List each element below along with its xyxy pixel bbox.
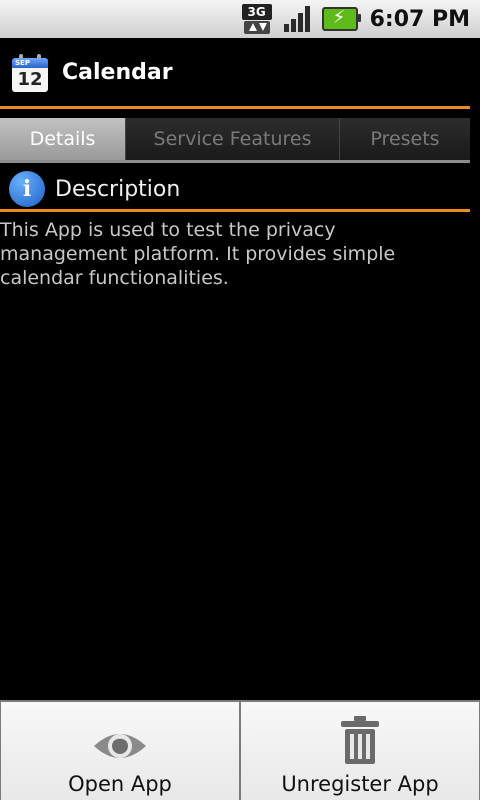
unregister-app-button[interactable]: Unregister App <box>241 702 479 800</box>
description-heading: Description <box>55 176 181 202</box>
bottom-action-bar: Open App Unregister App <box>0 700 480 800</box>
info-icon: i <box>9 171 45 207</box>
tab-service-features[interactable]: Service Features <box>126 118 340 160</box>
page-title: Calendar <box>62 59 173 85</box>
3g-data-icon: 3G <box>241 4 274 34</box>
open-app-button[interactable]: Open App <box>1 702 239 800</box>
open-app-label: Open App <box>68 772 172 796</box>
status-clock: 6:07 PM <box>369 6 470 32</box>
battery-charging-icon: ⚡ <box>321 7 361 31</box>
description-text: This App is used to test the privacy man… <box>0 219 396 289</box>
tab-presets[interactable]: Presets <box>340 118 470 160</box>
calendar-icon-month: SEP <box>15 59 30 67</box>
network-type-label: 3G <box>241 4 272 20</box>
tab-label: Presets <box>370 128 440 150</box>
tab-details[interactable]: Details <box>0 118 126 160</box>
description-header: i Description <box>0 168 480 210</box>
tab-bar: Details Service Features Presets <box>0 118 470 163</box>
header-divider <box>0 106 470 109</box>
calendar-icon-day: 12 <box>12 68 48 92</box>
unregister-app-label: Unregister App <box>281 772 439 796</box>
status-bar: 3G ⚡ 6:07 PM <box>0 0 480 38</box>
tab-label: Details <box>29 128 96 150</box>
title-bar: SEP 12 Calendar <box>0 38 480 106</box>
eye-icon <box>94 734 146 758</box>
calendar-icon: SEP 12 <box>12 52 48 92</box>
tab-label: Service Features <box>153 128 312 150</box>
trash-icon <box>341 716 379 764</box>
description-divider <box>0 209 470 212</box>
signal-strength-icon <box>282 4 314 34</box>
